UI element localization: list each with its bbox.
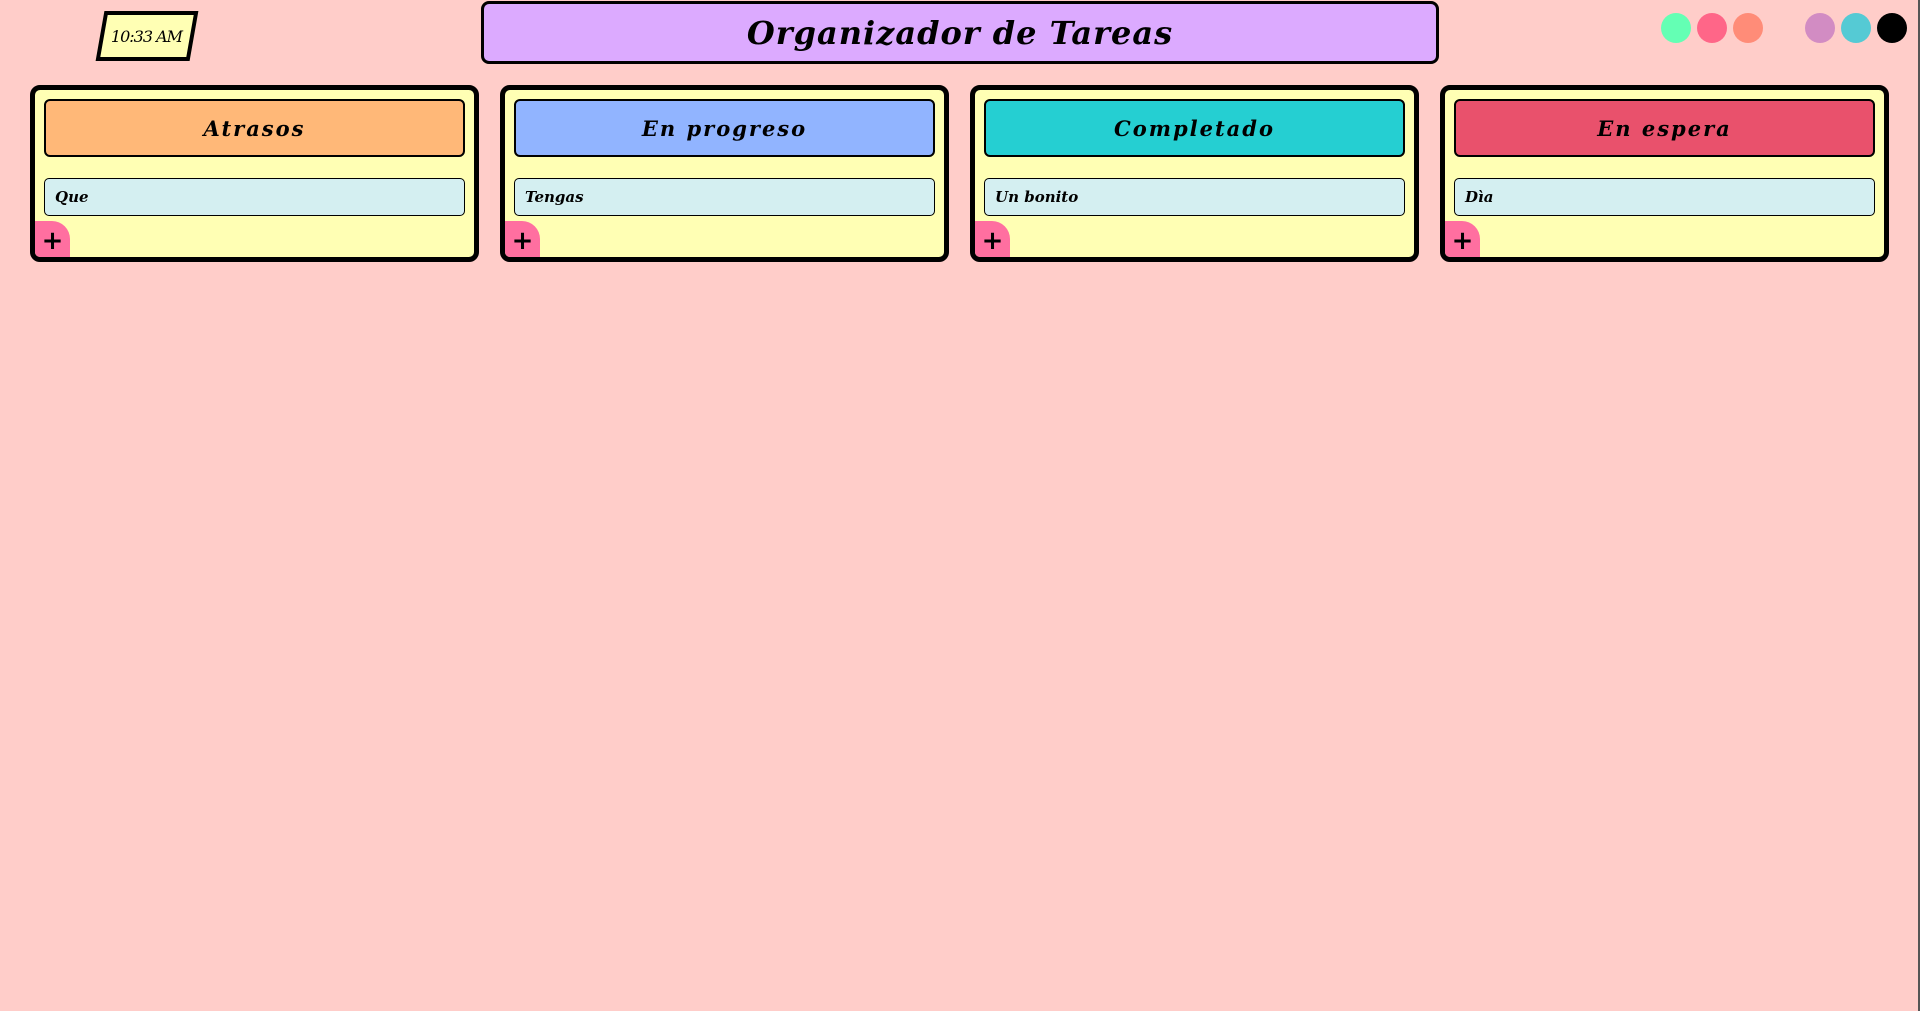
task-item[interactable]: Que	[44, 178, 465, 216]
theme-color-purple[interactable]	[1805, 13, 1835, 43]
column-en-espera: En espera Dìa +	[1440, 85, 1889, 262]
column-header: En espera	[1454, 99, 1875, 157]
task-item[interactable]: Un bonito	[984, 178, 1405, 216]
clock: 10:33 AM	[95, 11, 199, 61]
add-task-button[interactable]: +	[975, 221, 1010, 257]
column-header: Completado	[984, 99, 1405, 157]
page-title: Organizador de Tareas	[481, 1, 1439, 64]
task-item[interactable]: Dìa	[1454, 178, 1875, 216]
clock-time: 10:33 AM	[111, 26, 183, 46]
add-task-button[interactable]: +	[1445, 221, 1480, 257]
theme-color-cyan[interactable]	[1841, 13, 1871, 43]
add-task-button[interactable]: +	[35, 221, 70, 257]
column-en-progreso: En progreso Tengas +	[500, 85, 949, 262]
task-item[interactable]: Tengas	[514, 178, 935, 216]
theme-color-green[interactable]	[1661, 13, 1691, 43]
column-header: Atrasos	[44, 99, 465, 157]
add-task-button[interactable]: +	[505, 221, 540, 257]
theme-color-pink[interactable]	[1697, 13, 1727, 43]
theme-color-salmon[interactable]	[1733, 13, 1763, 43]
theme-color-black[interactable]	[1877, 13, 1907, 43]
column-atrasos: Atrasos Que +	[30, 85, 479, 262]
column-header: En progreso	[514, 99, 935, 157]
column-completado: Completado Un bonito +	[970, 85, 1419, 262]
